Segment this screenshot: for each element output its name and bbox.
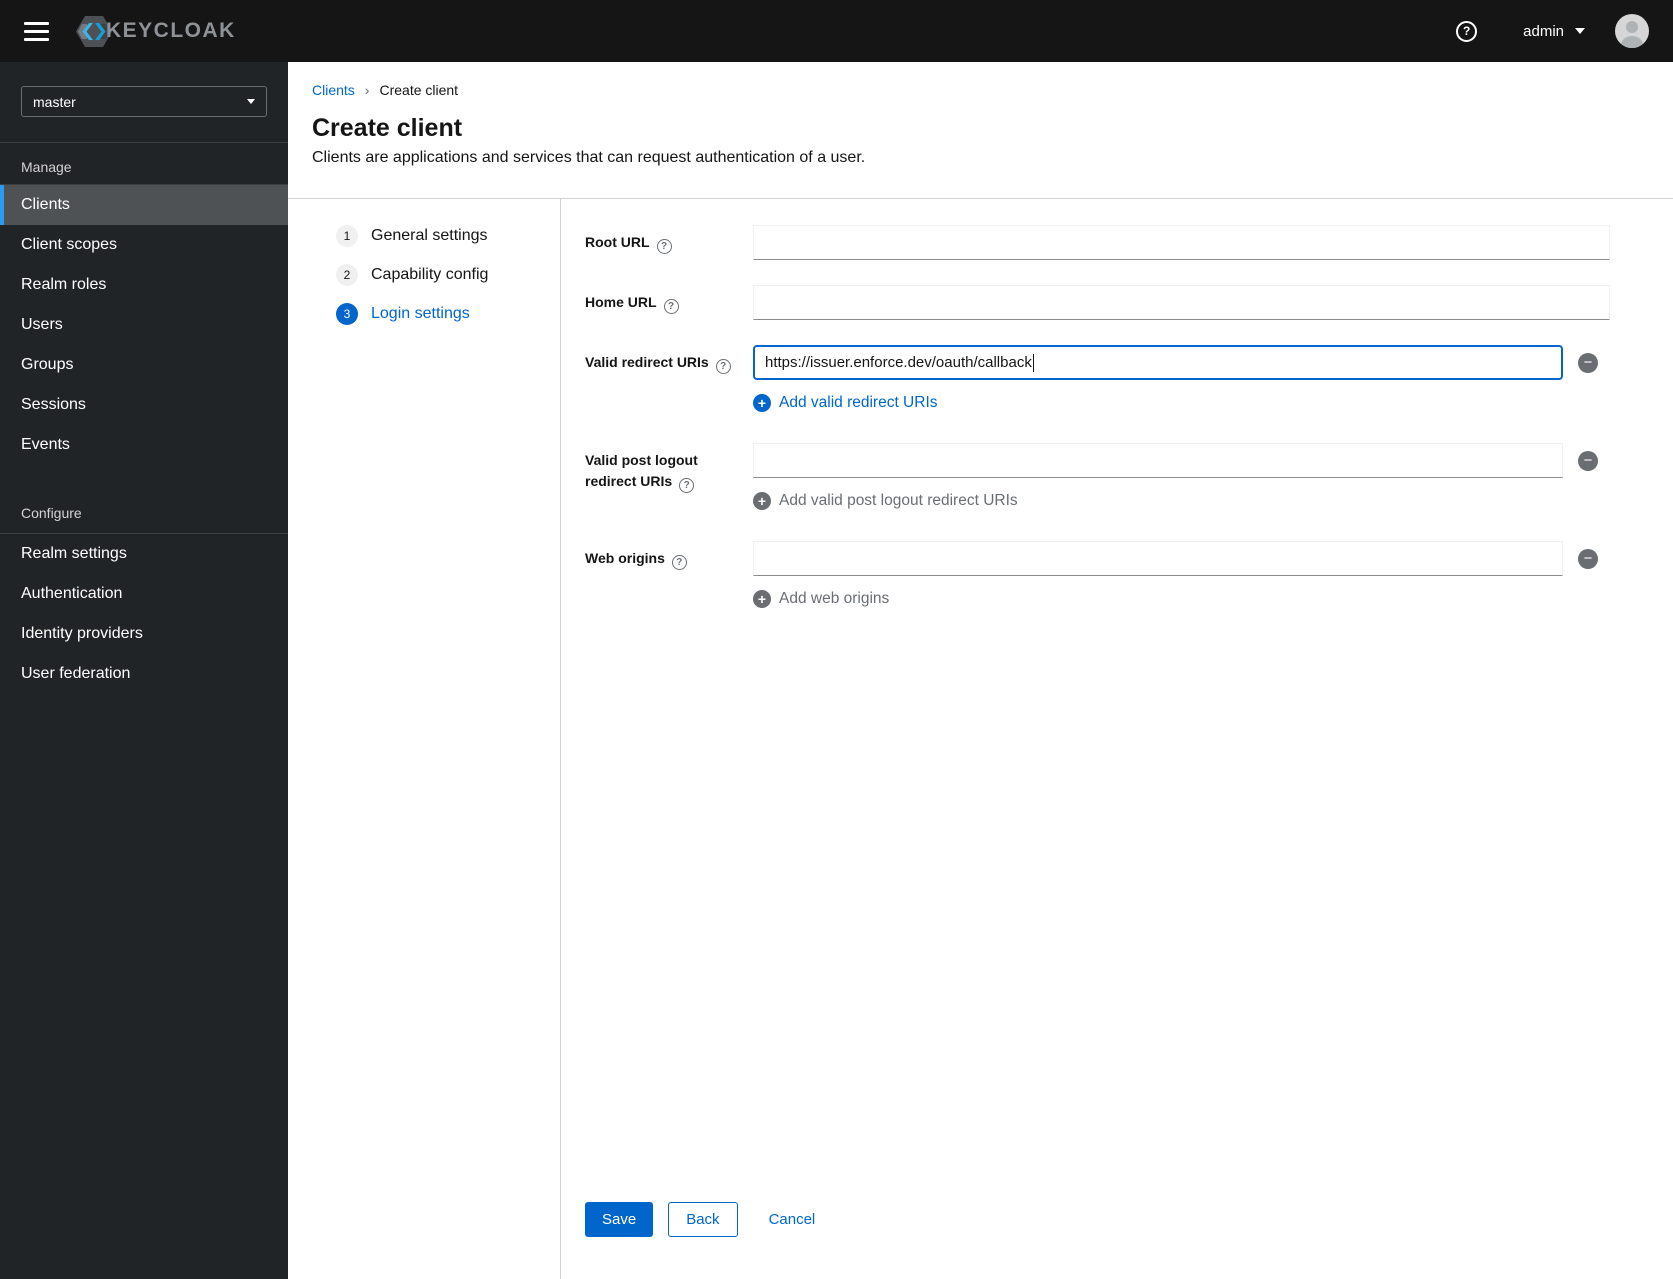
user-avatar-icon <box>1621 21 1643 48</box>
valid-redirect-uris-label: Valid redirect URIs? <box>585 345 753 413</box>
help-icon[interactable]: ? <box>656 239 672 254</box>
sidebar-item-identity-providers[interactable]: Identity providers <box>0 614 288 654</box>
page-description: Clients are applications and services th… <box>312 149 866 166</box>
help-icon[interactable]: ? <box>1456 20 1478 42</box>
main-layout: master Manage Clients Client scopes Real… <box>0 62 1673 1279</box>
wizard-step-general-settings[interactable]: 1 General settings <box>336 225 560 247</box>
help-icon[interactable]: ? <box>671 555 687 570</box>
save-button[interactable]: Save <box>585 1202 654 1237</box>
brand-wordmark: KEYCLOAK <box>106 19 236 42</box>
post-logout-redirect-uris-input[interactable] <box>753 443 1563 478</box>
wizard-step-capability-config[interactable]: 2 Capability config <box>336 264 560 286</box>
create-client-wizard: 1 General settings 2 Capability config 3… <box>288 199 1673 1279</box>
home-url-input[interactable] <box>753 285 1610 320</box>
wizard-step-login-settings[interactable]: 3 Login settings <box>336 303 560 325</box>
cancel-button[interactable]: Cancel <box>769 1211 816 1228</box>
remove-web-origin-button[interactable]: − <box>1578 548 1598 569</box>
sidebar-item-realm-settings[interactable]: Realm settings <box>0 534 288 574</box>
help-icon[interactable]: ? <box>663 299 679 314</box>
form-row-web-origins: Web origins? − + Add web origins <box>585 541 1610 609</box>
nav-toggle-icon[interactable] <box>24 21 49 41</box>
back-button[interactable]: Back <box>668 1202 738 1237</box>
add-valid-redirect-uris-button[interactable]: + Add valid redirect URIs <box>753 394 938 412</box>
page-header: Clients › Create client Create client Cl… <box>288 62 1673 199</box>
content-area: Clients › Create client Create client Cl… <box>288 62 1673 1279</box>
step-number-badge: 1 <box>336 225 358 247</box>
user-menu-dropdown[interactable]: admin <box>1523 23 1585 40</box>
sidebar-item-clients[interactable]: Clients <box>0 185 288 225</box>
breadcrumb: Clients › Create client <box>312 82 1649 98</box>
breadcrumb-separator-icon: › <box>364 82 370 98</box>
minus-icon: − <box>1583 354 1593 371</box>
form-row-valid-redirect-uris: Valid redirect URIs? https://issuer.enfo… <box>585 345 1610 413</box>
valid-redirect-uris-input[interactable]: https://issuer.enforce.dev/oauth/callbac… <box>753 345 1563 380</box>
sidebar-item-users[interactable]: Users <box>0 305 288 345</box>
nav-section-configure: Configure Realm settings Authentication … <box>0 501 288 694</box>
breadcrumb-current: Create client <box>379 82 459 98</box>
root-url-input[interactable] <box>753 225 1610 260</box>
add-post-logout-redirect-uris-button[interactable]: + Add valid post logout redirect URIs <box>753 492 1018 510</box>
sidebar-item-events[interactable]: Events <box>0 425 288 465</box>
add-web-origins-button[interactable]: + Add web origins <box>753 590 889 608</box>
nav-section-title: Configure <box>0 501 288 534</box>
caret-down-icon <box>247 99 255 104</box>
keycloak-admin-console: KEYCLOAK ? admin master Manage Clients C… <box>0 0 1673 1279</box>
caret-down-icon <box>1575 28 1585 34</box>
sidebar-item-realm-roles[interactable]: Realm roles <box>0 265 288 305</box>
sidebar-item-client-scopes[interactable]: Client scopes <box>0 225 288 265</box>
page-title: Create client <box>312 114 463 142</box>
form-row-root-url: Root URL? <box>585 225 1610 260</box>
masthead-right: ? admin <box>1456 14 1649 48</box>
masthead-left: KEYCLOAK <box>24 15 236 48</box>
form-actions: Save Back Cancel <box>585 1202 1610 1279</box>
sidebar: master Manage Clients Client scopes Real… <box>0 62 288 1279</box>
text-cursor <box>1032 353 1034 372</box>
wizard-nav: 1 General settings 2 Capability config 3… <box>288 199 561 1279</box>
login-settings-form: Root URL? Home URL? Valid redirect URIs … <box>561 199 1673 1279</box>
help-icon[interactable]: ? <box>679 478 695 493</box>
help-icon[interactable]: ? <box>715 359 731 374</box>
sidebar-item-groups[interactable]: Groups <box>0 345 288 385</box>
sidebar-item-sessions[interactable]: Sessions <box>0 385 288 425</box>
root-url-label: Root URL? <box>585 225 753 260</box>
remove-redirect-uri-button[interactable]: − <box>1578 352 1598 373</box>
step-number-badge: 2 <box>336 264 358 286</box>
nav-section-title: Manage <box>0 143 288 185</box>
plus-circle-icon: + <box>753 492 771 510</box>
keycloak-logo: KEYCLOAK <box>75 15 236 48</box>
plus-circle-icon: + <box>753 394 771 412</box>
web-origins-label: Web origins? <box>585 541 753 609</box>
realm-selector-section: master <box>0 62 288 143</box>
avatar[interactable] <box>1615 14 1649 48</box>
form-row-home-url: Home URL? <box>585 285 1610 320</box>
valid-redirect-uris-value: https://issuer.enforce.dev/oauth/callbac… <box>765 354 1032 371</box>
post-logout-redirect-uris-label: Valid post logout redirect URIs? <box>585 452 698 493</box>
step-number-badge: 3 <box>336 303 358 325</box>
home-url-label: Home URL? <box>585 285 753 320</box>
breadcrumb-clients-link[interactable]: Clients <box>312 82 355 98</box>
minus-icon: − <box>1583 452 1593 469</box>
nav-section-manage: Manage Clients Client scopes Realm roles… <box>0 143 288 465</box>
sidebar-item-authentication[interactable]: Authentication <box>0 574 288 614</box>
realm-selector[interactable]: master <box>21 86 267 117</box>
masthead: KEYCLOAK ? admin <box>0 0 1673 62</box>
sidebar-item-user-federation[interactable]: User federation <box>0 654 288 694</box>
plus-circle-icon: + <box>753 590 771 608</box>
web-origins-input[interactable] <box>753 541 1563 576</box>
minus-icon: − <box>1583 550 1593 567</box>
form-row-post-logout-redirect-uris: Valid post logout redirect URIs? − + Add… <box>585 443 1610 511</box>
realm-name: master <box>33 93 76 110</box>
remove-post-logout-uri-button[interactable]: − <box>1578 450 1598 471</box>
username: admin <box>1523 22 1564 40</box>
